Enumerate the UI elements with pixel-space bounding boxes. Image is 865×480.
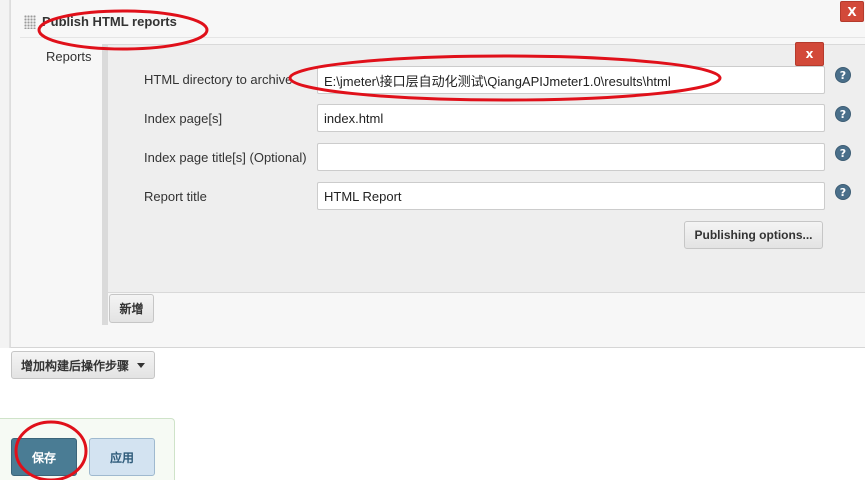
help-icon[interactable]: ? (835, 106, 851, 122)
help-icon[interactable]: ? (835, 67, 851, 83)
index-pages-label: Index page[s] (144, 111, 223, 126)
left-rail (0, 0, 10, 348)
add-post-build-step-button[interactable]: 增加构建后操作步骤 (11, 351, 155, 379)
index-page-titles-label: Index page title[s] (Optional) (144, 150, 307, 165)
report-title-label: Report title (144, 189, 207, 204)
remove-report-button[interactable]: x (795, 42, 824, 66)
add-post-build-step-label: 增加构建后操作步骤 (20, 358, 129, 373)
section-title: Publish HTML reports (42, 14, 177, 29)
report-title-input[interactable] (317, 182, 825, 210)
publishing-options-button[interactable]: Publishing options... (684, 221, 823, 249)
index-pages-input[interactable] (317, 104, 825, 132)
help-icon[interactable]: ? (835, 184, 851, 200)
help-icon[interactable]: ? (835, 145, 851, 161)
add-report-button[interactable]: 新增 (109, 294, 154, 323)
reports-label: Reports (46, 49, 92, 64)
remove-section-button[interactable]: X (840, 1, 864, 22)
drag-handle-icon[interactable] (24, 15, 36, 29)
index-page-titles-input[interactable] (317, 143, 825, 171)
html-directory-label: HTML directory to archive (144, 72, 293, 87)
apply-button[interactable]: 应用 (89, 438, 155, 476)
html-directory-input[interactable] (317, 66, 825, 94)
caret-down-icon (137, 362, 145, 368)
save-button[interactable]: 保存 (11, 438, 77, 476)
